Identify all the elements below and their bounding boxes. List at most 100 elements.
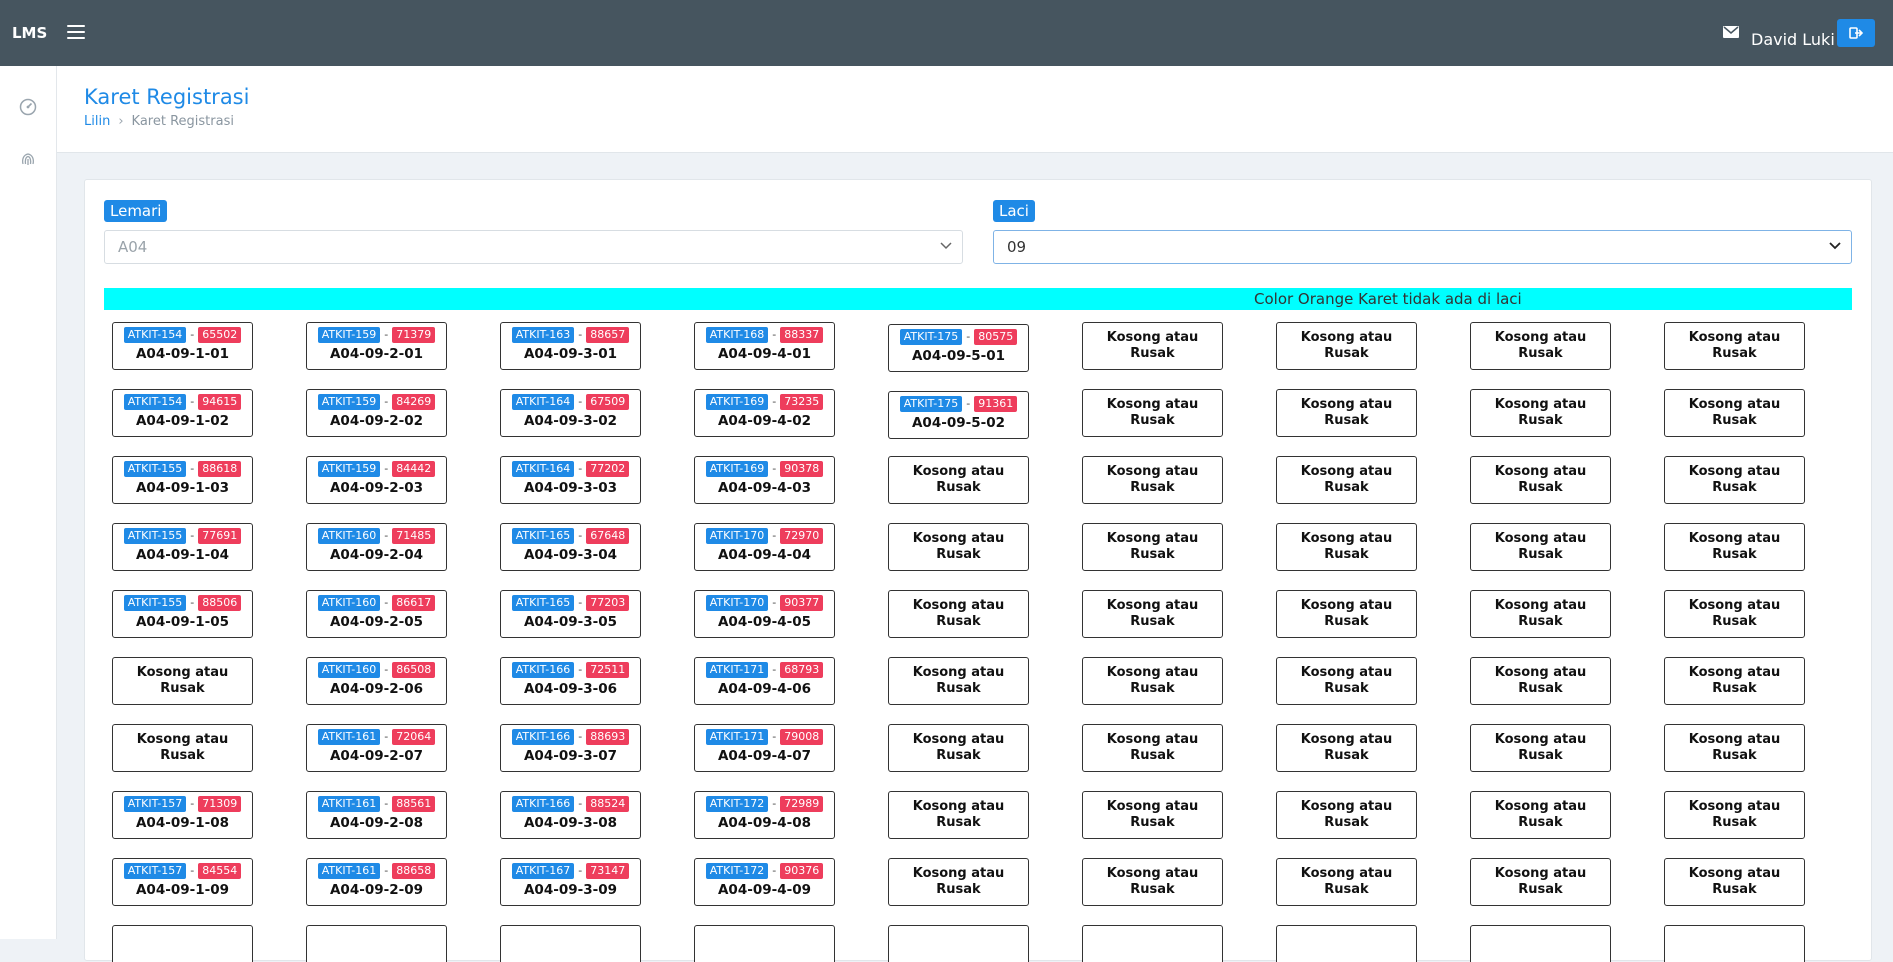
slot-cell-partial[interactable] (112, 925, 253, 962)
slot-cell[interactable]: ATKIT-161-88658 A04-09-2-09 (306, 858, 447, 906)
slot-cell[interactable]: ATKIT-165-77203 A04-09-3-05 (500, 590, 641, 638)
brand-logo[interactable]: LMS (12, 24, 47, 42)
empty-slot-cell[interactable]: Kosong atau Rusak (888, 456, 1029, 504)
slot-cell-partial[interactable] (1470, 925, 1611, 962)
slot-cell[interactable]: ATKIT-166-88693 A04-09-3-07 (500, 724, 641, 772)
lemari-select[interactable]: A04 (104, 230, 963, 264)
empty-slot-cell[interactable]: Kosong atau Rusak (1664, 858, 1805, 906)
slot-cell[interactable]: ATKIT-169-73235 A04-09-4-02 (694, 389, 835, 437)
empty-slot-cell[interactable]: Kosong atau Rusak (1470, 389, 1611, 437)
slot-cell[interactable]: ATKIT-172-90376 A04-09-4-09 (694, 858, 835, 906)
slot-cell[interactable]: ATKIT-154-65502 A04-09-1-01 (112, 322, 253, 370)
slot-cell[interactable]: ATKIT-171-68793 A04-09-4-06 (694, 657, 835, 705)
empty-slot-cell[interactable]: Kosong atau Rusak (1470, 791, 1611, 839)
slot-cell[interactable]: ATKIT-160-86617 A04-09-2-05 (306, 590, 447, 638)
empty-slot-cell[interactable]: Kosong atau Rusak (1664, 791, 1805, 839)
empty-slot-cell[interactable]: Kosong atau Rusak (1470, 724, 1611, 772)
empty-slot-cell[interactable]: Kosong atau Rusak (1276, 590, 1417, 638)
empty-slot-cell[interactable]: Kosong atau Rusak (112, 724, 253, 772)
slot-cell-partial[interactable] (306, 925, 447, 962)
slot-cell[interactable]: ATKIT-159-84269 A04-09-2-02 (306, 389, 447, 437)
empty-slot-cell[interactable]: Kosong atau Rusak (1276, 858, 1417, 906)
empty-slot-cell[interactable]: Kosong atau Rusak (1470, 590, 1611, 638)
slot-cell[interactable]: ATKIT-170-90377 A04-09-4-05 (694, 590, 835, 638)
slot-cell[interactable]: ATKIT-159-71379 A04-09-2-01 (306, 322, 447, 370)
dashboard-icon[interactable] (19, 98, 37, 116)
empty-slot-cell[interactable]: Kosong atau Rusak (1082, 590, 1223, 638)
empty-slot-cell[interactable]: Kosong atau Rusak (1082, 322, 1223, 370)
slot-cell[interactable]: ATKIT-159-84442 A04-09-2-03 (306, 456, 447, 504)
empty-slot-cell[interactable]: Kosong atau Rusak (888, 724, 1029, 772)
empty-slot-cell[interactable]: Kosong atau Rusak (1276, 791, 1417, 839)
slot-cell[interactable]: ATKIT-160-86508 A04-09-2-06 (306, 657, 447, 705)
user-name[interactable]: David Luki (1751, 30, 1835, 49)
empty-slot-cell[interactable]: Kosong atau Rusak (1470, 322, 1611, 370)
slot-cell-partial[interactable] (1276, 925, 1417, 962)
empty-slot-cell[interactable]: Kosong atau Rusak (1664, 389, 1805, 437)
empty-slot-cell[interactable]: Kosong atau Rusak (888, 590, 1029, 638)
slot-cell[interactable]: ATKIT-168-88337 A04-09-4-01 (694, 322, 835, 370)
slot-cell[interactable]: ATKIT-166-88524 A04-09-3-08 (500, 791, 641, 839)
empty-slot-cell[interactable]: Kosong atau Rusak (1082, 657, 1223, 705)
logout-button[interactable] (1837, 19, 1875, 47)
slot-cell[interactable]: ATKIT-155-88506 A04-09-1-05 (112, 590, 253, 638)
empty-slot-cell[interactable]: Kosong atau Rusak (1664, 724, 1805, 772)
slot-cell-partial[interactable] (1082, 925, 1223, 962)
slot-cell-partial[interactable] (1664, 925, 1805, 962)
empty-slot-cell[interactable]: Kosong atau Rusak (1082, 389, 1223, 437)
fingerprint-icon[interactable] (19, 150, 37, 168)
empty-slot-cell[interactable]: Kosong atau Rusak (1664, 523, 1805, 571)
slot-cell[interactable]: ATKIT-170-72970 A04-09-4-04 (694, 523, 835, 571)
slot-cell[interactable]: ATKIT-165-67648 A04-09-3-04 (500, 523, 641, 571)
slot-cell[interactable]: ATKIT-163-88657 A04-09-3-01 (500, 322, 641, 370)
empty-slot-cell[interactable]: Kosong atau Rusak (888, 657, 1029, 705)
empty-slot-cell[interactable]: Kosong atau Rusak (1664, 590, 1805, 638)
empty-slot-cell[interactable]: Kosong atau Rusak (1470, 657, 1611, 705)
empty-slot-cell[interactable]: Kosong atau Rusak (1470, 523, 1611, 571)
empty-slot-cell[interactable]: Kosong atau Rusak (1082, 523, 1223, 571)
slot-cell[interactable]: ATKIT-160-71485 A04-09-2-04 (306, 523, 447, 571)
slot-cell[interactable]: ATKIT-171-79008 A04-09-4-07 (694, 724, 835, 772)
laci-select[interactable]: 09 (993, 230, 1852, 264)
empty-slot-cell[interactable]: Kosong atau Rusak (1664, 456, 1805, 504)
slot-cell[interactable]: ATKIT-161-72064 A04-09-2-07 (306, 724, 447, 772)
slot-cell[interactable]: ATKIT-154-94615 A04-09-1-02 (112, 389, 253, 437)
empty-slot-cell[interactable]: Kosong atau Rusak (1276, 657, 1417, 705)
empty-slot-cell[interactable]: Kosong atau Rusak (1082, 456, 1223, 504)
slot-cell[interactable]: ATKIT-167-73147 A04-09-3-09 (500, 858, 641, 906)
empty-slot-cell[interactable]: Kosong atau Rusak (1276, 523, 1417, 571)
slot-cell[interactable]: ATKIT-157-71309 A04-09-1-08 (112, 791, 253, 839)
slot-cell[interactable]: ATKIT-175-91361 A04-09-5-02 (888, 391, 1029, 439)
slot-cell-partial[interactable] (694, 925, 835, 962)
slot-cell[interactable]: ATKIT-157-84554 A04-09-1-09 (112, 858, 253, 906)
empty-slot-cell[interactable]: Kosong atau Rusak (1470, 456, 1611, 504)
empty-slot-cell[interactable]: Kosong atau Rusak (888, 791, 1029, 839)
empty-slot-cell[interactable]: Kosong atau Rusak (1082, 858, 1223, 906)
empty-slot-cell[interactable]: Kosong atau Rusak (1664, 657, 1805, 705)
mail-icon[interactable] (1723, 26, 1739, 38)
slot-cell[interactable]: ATKIT-161-88561 A04-09-2-08 (306, 791, 447, 839)
empty-slot-cell[interactable]: Kosong atau Rusak (1276, 389, 1417, 437)
empty-slot-cell[interactable]: Kosong atau Rusak (1082, 791, 1223, 839)
slot-cell[interactable]: ATKIT-155-77691 A04-09-1-04 (112, 523, 253, 571)
slot-cell-partial[interactable] (888, 925, 1029, 962)
empty-slot-cell[interactable]: Kosong atau Rusak (1470, 858, 1611, 906)
hamburger-menu-icon[interactable] (67, 25, 85, 41)
slot-cell[interactable]: ATKIT-169-90378 A04-09-4-03 (694, 456, 835, 504)
empty-slot-cell[interactable]: Kosong atau Rusak (1276, 322, 1417, 370)
slot-cell[interactable]: ATKIT-164-77202 A04-09-3-03 (500, 456, 641, 504)
empty-slot-cell[interactable]: Kosong atau Rusak (1664, 322, 1805, 370)
slot-cell[interactable]: ATKIT-166-72511 A04-09-3-06 (500, 657, 641, 705)
slot-cell[interactable]: ATKIT-172-72989 A04-09-4-08 (694, 791, 835, 839)
slot-cell-partial[interactable] (500, 925, 641, 962)
slot-cell[interactable]: ATKIT-164-67509 A04-09-3-02 (500, 389, 641, 437)
empty-slot-cell[interactable]: Kosong atau Rusak (112, 657, 253, 705)
empty-slot-cell[interactable]: Kosong atau Rusak (1276, 724, 1417, 772)
empty-slot-cell[interactable]: Kosong atau Rusak (1082, 724, 1223, 772)
empty-slot-cell[interactable]: Kosong atau Rusak (888, 858, 1029, 906)
empty-slot-cell[interactable]: Kosong atau Rusak (888, 523, 1029, 571)
empty-slot-cell[interactable]: Kosong atau Rusak (1276, 456, 1417, 504)
slot-cell[interactable]: ATKIT-155-88618 A04-09-1-03 (112, 456, 253, 504)
slot-cell[interactable]: ATKIT-175-80575 A04-09-5-01 (888, 324, 1029, 372)
breadcrumb-link-lilin[interactable]: Lilin (84, 114, 110, 129)
